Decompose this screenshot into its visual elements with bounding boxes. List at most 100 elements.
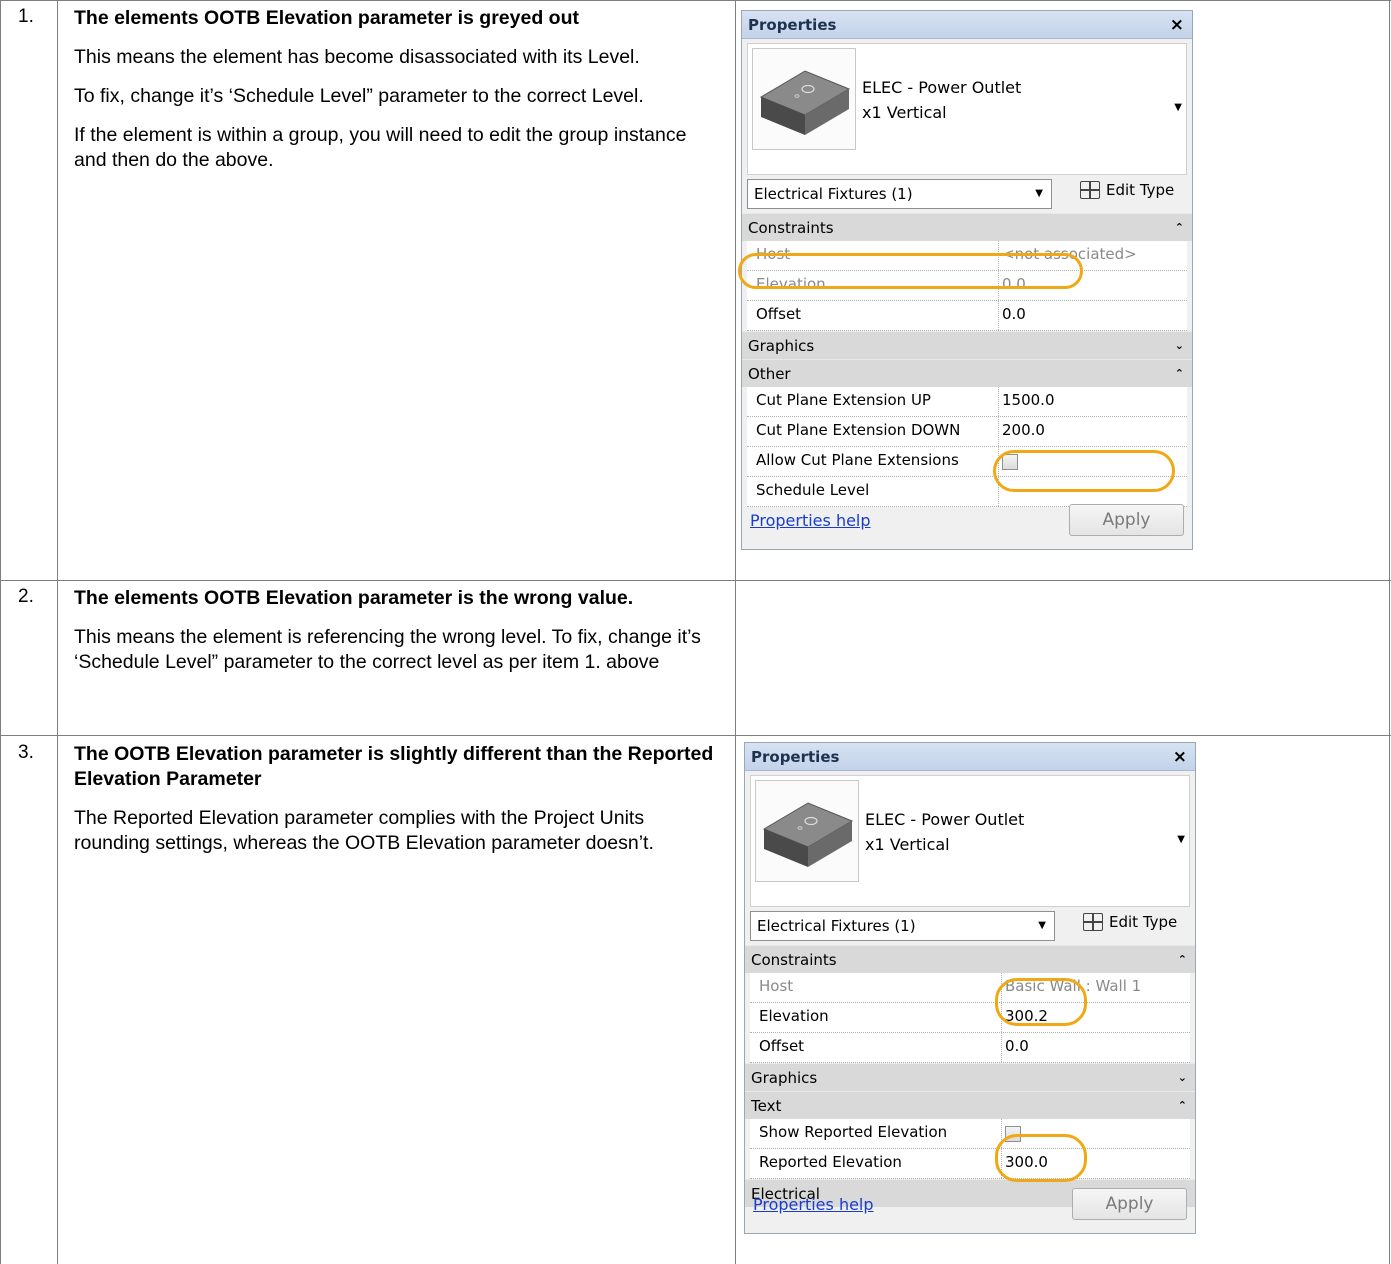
panel-title: Properties	[751, 747, 840, 766]
chevron-down-icon: ▼	[1038, 920, 1046, 931]
row-divider-1	[0, 580, 1391, 581]
expand-icon: ⌄	[1177, 1071, 1187, 1084]
panel-title: Properties	[748, 15, 837, 34]
chevron-down-icon[interactable]: ▼	[1177, 834, 1185, 845]
group-label: Text	[751, 1096, 782, 1115]
row-paragraph: If the element is within a group, you wi…	[74, 124, 687, 171]
apply-button[interactable]: Apply	[1072, 1188, 1187, 1220]
panel-footer: Properties help Apply	[745, 1181, 1195, 1233]
row-paragraph: The Reported Elevation parameter complie…	[74, 807, 654, 854]
col-divider-1	[57, 0, 58, 1264]
col-divider-2	[735, 0, 736, 1264]
group-label: Constraints	[748, 218, 834, 237]
collapse-icon: ⌃	[1174, 221, 1184, 234]
property-value	[1002, 1119, 1190, 1148]
table-border-right	[1389, 0, 1390, 1264]
type-name-line: x1 Vertical	[865, 835, 950, 854]
group-constraints[interactable]: Constraints ⌃	[745, 945, 1195, 973]
property-name: Host	[747, 241, 999, 270]
type-name: ELEC - Power Outlet x1 Vertical	[862, 75, 1021, 125]
properties-help-link[interactable]: Properties help	[750, 511, 871, 530]
panel-title-bar: Properties ×	[742, 11, 1192, 39]
properties-help-link[interactable]: Properties help	[753, 1195, 874, 1214]
group-label: Graphics	[748, 336, 815, 355]
property-row: Show Reported Elevation	[750, 1119, 1190, 1149]
expand-icon: ⌄	[1174, 339, 1184, 352]
collapse-icon: ⌃	[1174, 367, 1184, 380]
property-name: Offset	[747, 301, 999, 330]
property-name: Elevation	[747, 271, 999, 300]
group-constraints[interactable]: Constraints ⌃	[742, 213, 1192, 241]
collapse-icon: ⌃	[1177, 953, 1187, 966]
property-row: Reported Elevation 300.0	[750, 1149, 1190, 1179]
row-2-text: The elements OOTB Elevation parameter is…	[74, 586, 714, 689]
row-paragraph: This means the element is referencing th…	[74, 626, 701, 673]
property-value: 0.0	[1002, 275, 1026, 293]
category-filter-dropdown[interactable]: Electrical Fixtures (1) ▼	[750, 911, 1055, 941]
family-name: ELEC - Power Outlet	[862, 78, 1022, 97]
type-name-line: x1 Vertical	[862, 103, 947, 122]
instance-selector-row: Electrical Fixtures (1) ▼ Edit Type	[742, 175, 1192, 213]
group-text[interactable]: Text ⌃	[745, 1091, 1195, 1119]
group-label: Other	[748, 364, 791, 383]
edit-type-icon	[1083, 913, 1103, 931]
category-filter-dropdown[interactable]: Electrical Fixtures (1) ▼	[747, 179, 1052, 209]
row-paragraph: To fix, change it’s ‘Schedule Level” par…	[74, 85, 644, 107]
checkbox[interactable]	[1002, 454, 1018, 470]
apply-button[interactable]: Apply	[1069, 504, 1184, 536]
close-icon[interactable]: ×	[1173, 747, 1187, 767]
collapse-icon: ⌃	[1177, 1099, 1187, 1112]
property-name: Reported Elevation	[750, 1149, 1002, 1178]
group-graphics[interactable]: Graphics ⌄	[745, 1063, 1195, 1091]
dropdown-value: Electrical Fixtures (1)	[757, 917, 916, 935]
row-heading: The elements OOTB Elevation parameter is…	[74, 7, 579, 29]
type-selector[interactable]: ELEC - Power Outlet x1 Vertical ▼	[750, 775, 1190, 907]
edit-type-button[interactable]: Edit Type	[1080, 181, 1174, 199]
row-1-text: The elements OOTB Elevation parameter is…	[74, 6, 714, 187]
property-name: Allow Cut Plane Extensions	[747, 447, 999, 476]
row-paragraph: This means the element has become disass…	[74, 46, 640, 68]
property-row: Host <not associated>	[747, 241, 1187, 271]
group-label: Constraints	[751, 950, 837, 969]
property-value-field[interactable]: 200.0	[999, 417, 1187, 446]
table-border-left	[0, 0, 1, 1264]
close-icon[interactable]: ×	[1170, 15, 1184, 35]
table-border-top	[0, 0, 1391, 1]
property-value: <not associated>	[1002, 245, 1137, 263]
offset-field[interactable]: 0.0	[999, 301, 1187, 330]
edit-type-label: Edit Type	[1109, 913, 1178, 931]
type-selector[interactable]: ELEC - Power Outlet x1 Vertical ▼	[747, 43, 1187, 175]
row-divider-2	[0, 735, 1391, 736]
type-name: ELEC - Power Outlet x1 Vertical	[865, 807, 1024, 857]
panel-footer: Properties help Apply	[742, 497, 1192, 549]
property-name: Cut Plane Extension DOWN	[747, 417, 999, 446]
group-other[interactable]: Other ⌃	[742, 359, 1192, 387]
property-row: Cut Plane Extension DOWN 200.0	[747, 417, 1187, 447]
property-name: Host	[750, 973, 1002, 1002]
row-heading: The OOTB Elevation parameter is slightly…	[74, 743, 714, 790]
reported-elevation-field[interactable]: 300.0	[1002, 1149, 1190, 1178]
property-row: Host Basic Wall : Wall 1	[750, 973, 1190, 1003]
edit-type-button[interactable]: Edit Type	[1083, 913, 1177, 931]
elevation-field[interactable]: 300.2	[1002, 1003, 1190, 1032]
offset-field[interactable]: 0.0	[1002, 1033, 1190, 1062]
chevron-down-icon: ▼	[1035, 188, 1043, 199]
power-outlet-thumbnail	[755, 780, 859, 882]
row-number: 3.	[18, 742, 34, 763]
property-value-field[interactable]: 1500.0	[999, 387, 1187, 416]
property-name: Offset	[750, 1033, 1002, 1062]
properties-panel-2: Properties × ELEC - Power Outlet x1 Vert…	[744, 742, 1196, 1234]
group-graphics[interactable]: Graphics ⌄	[742, 331, 1192, 359]
edit-type-label: Edit Type	[1106, 181, 1175, 199]
properties-panel-1: Properties × ELEC - Power Outlet x1 Vert…	[741, 10, 1193, 550]
property-row: Cut Plane Extension UP 1500.0	[747, 387, 1187, 417]
chevron-down-icon[interactable]: ▼	[1174, 102, 1182, 113]
group-label: Graphics	[751, 1068, 818, 1087]
family-name: ELEC - Power Outlet	[865, 810, 1025, 829]
power-outlet-thumbnail	[752, 48, 856, 150]
edit-type-icon	[1080, 181, 1100, 199]
row-number: 1.	[18, 6, 34, 27]
property-row: Elevation 300.2	[750, 1003, 1190, 1033]
property-row: Offset 0.0	[750, 1033, 1190, 1063]
checkbox[interactable]	[1005, 1126, 1021, 1142]
